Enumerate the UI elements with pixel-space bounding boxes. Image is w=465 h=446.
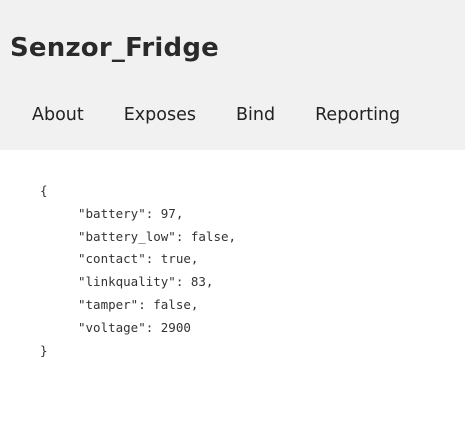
json-line-tamper: "tamper": false,	[78, 296, 199, 312]
tab-bind[interactable]: Bind	[216, 99, 295, 133]
device-state-json: { "battery": 97, "battery_low": false, "con…	[40, 180, 236, 362]
json-close-brace: }	[40, 342, 48, 358]
tab-exposes[interactable]: Exposes	[104, 99, 216, 133]
json-line-linkquality: "linkquality": 83,	[78, 274, 214, 290]
json-line-battery-low: "battery_low": false,	[78, 228, 237, 244]
json-line-voltage: "voltage": 2900	[78, 319, 191, 335]
tab-reporting[interactable]: Reporting	[295, 99, 420, 133]
device-title: Senzor_Fridge	[10, 33, 219, 63]
device-state-panel: { "battery": 97, "battery_low": false, "con…	[0, 150, 465, 446]
device-header: Senzor_Fridge About Exposes Bind Reporti…	[0, 0, 465, 150]
json-line-battery: "battery": 97,	[78, 205, 184, 221]
tab-about[interactable]: About	[10, 99, 104, 133]
json-line-contact: "contact": true,	[78, 251, 199, 267]
json-open-brace: {	[40, 183, 48, 198]
device-tabs: About Exposes Bind Reporting	[10, 91, 420, 141]
